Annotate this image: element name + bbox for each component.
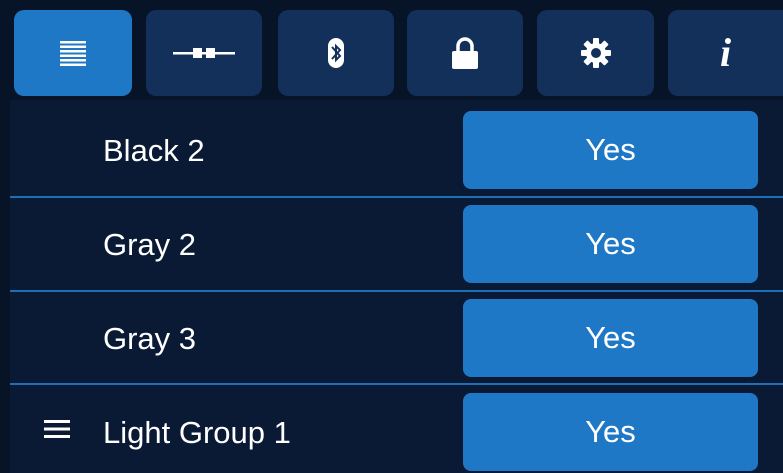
- connector-icon: [173, 46, 235, 60]
- tab-bar: i: [0, 0, 783, 100]
- row-label: Black 2: [103, 133, 205, 168]
- list-item: Gray 3 Yes: [0, 292, 783, 386]
- settings-screen: i Black 2 Yes Gray 2 Yes Gray 3 Yes Ligh…: [0, 0, 783, 473]
- info-icon: i: [719, 30, 732, 75]
- value-button[interactable]: Yes: [463, 299, 758, 377]
- row-label: Gray 3: [103, 321, 197, 356]
- list-item: Light Group 1 Yes: [0, 386, 783, 473]
- list-item: Gray 2 Yes: [0, 198, 783, 292]
- tab-lock[interactable]: [407, 10, 523, 96]
- lock-icon: [451, 37, 479, 69]
- row-label: Gray 2: [103, 227, 197, 262]
- tab-settings[interactable]: [537, 10, 654, 96]
- list-icon: [60, 40, 86, 66]
- value-button[interactable]: Yes: [463, 393, 758, 471]
- bluetooth-icon: [327, 38, 345, 68]
- tab-bluetooth[interactable]: [278, 10, 394, 96]
- list-item: Black 2 Yes: [0, 104, 783, 198]
- tab-info[interactable]: i: [668, 10, 783, 96]
- value-button[interactable]: Yes: [463, 205, 758, 283]
- tab-connector[interactable]: [146, 10, 262, 96]
- tab-list[interactable]: [14, 10, 132, 96]
- divider: [10, 383, 783, 385]
- group-menu-icon[interactable]: [44, 419, 70, 444]
- value-button[interactable]: Yes: [463, 111, 758, 189]
- row-label: Light Group 1: [103, 415, 291, 450]
- gear-icon: [580, 38, 611, 68]
